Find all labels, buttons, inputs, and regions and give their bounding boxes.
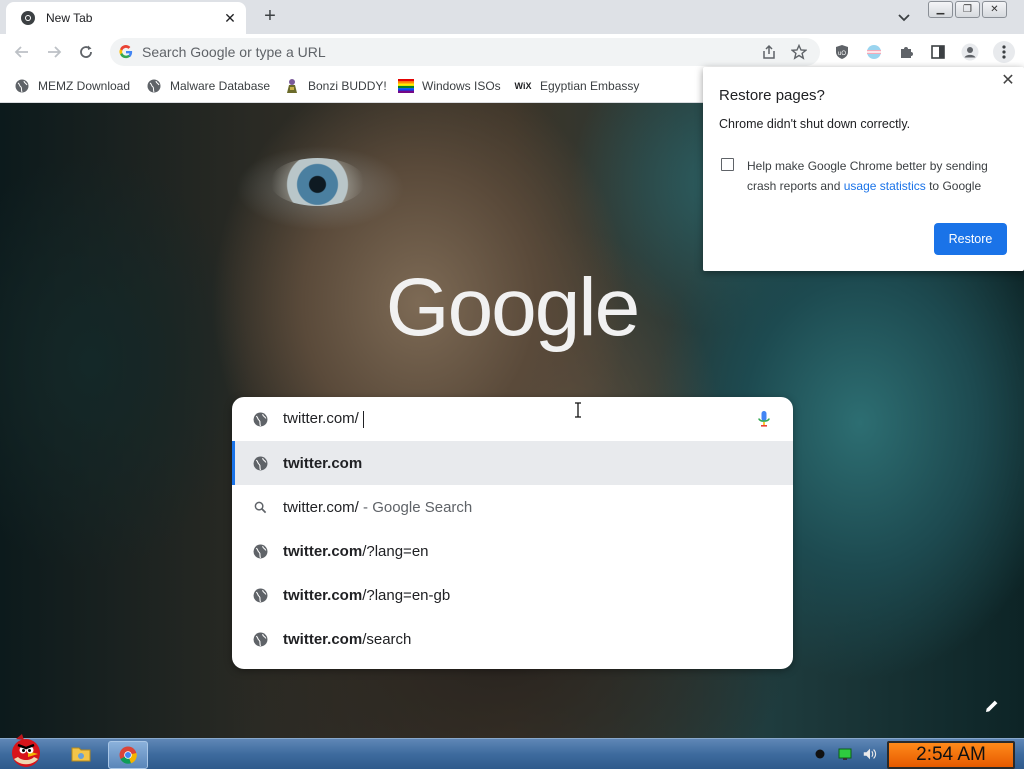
window-controls: ▁ ❐ ✕ [928, 1, 1007, 18]
bookmark-windows-isos[interactable]: Windows ISOs [398, 77, 501, 95]
chevron-down-icon[interactable] [896, 9, 912, 25]
close-window-button[interactable]: ✕ [982, 1, 1007, 18]
globe-icon [252, 631, 268, 647]
search-input[interactable]: twitter.com/ [232, 397, 793, 441]
profile-icon[interactable] [961, 43, 979, 61]
toolbar: Search Google or type a URL uO [0, 34, 1024, 70]
close-icon[interactable]: ✕ [1001, 73, 1015, 89]
crash-report-checkbox[interactable] [721, 158, 734, 171]
globe-icon [252, 455, 268, 471]
ublock-origin-icon[interactable]: uO [833, 43, 851, 61]
forward-icon[interactable] [45, 43, 63, 61]
globe-icon [14, 78, 30, 94]
suggestion-rest: - Google Search [358, 498, 473, 516]
restore-button[interactable]: Restore [934, 223, 1007, 255]
bookmark-label: Bonzi BUDDY! [308, 79, 387, 93]
customize-pencil-icon[interactable] [982, 696, 1002, 716]
bookmark-egyptian-embassy[interactable]: WiX Egyptian Embassy [514, 77, 640, 95]
search-icon [252, 499, 268, 515]
suggestion-item[interactable]: twitter.com/?lang=en-gb [232, 573, 793, 617]
search-input-value: twitter.com/ [283, 410, 364, 428]
puzzle-extensions-icon[interactable] [897, 43, 915, 61]
tab-new-tab[interactable]: New Tab ✕ [6, 2, 246, 34]
bookmark-label: Egyptian Embassy [540, 79, 640, 93]
network-icon[interactable] [838, 746, 854, 762]
taskbar-clock[interactable]: 2:54 AM [887, 741, 1015, 769]
taskbar: 2:54 AM [0, 734, 1024, 769]
new-tab-button[interactable]: + [260, 6, 280, 27]
checkbox-label: Help make Google Chrome better by sendin… [747, 159, 988, 193]
bookmark-bonzi-buddy[interactable]: Bonzi BUDDY! [284, 77, 387, 95]
extension-flag-icon[interactable] [865, 43, 883, 61]
dialog-title: Restore pages? [719, 87, 825, 104]
reload-icon[interactable] [77, 43, 95, 61]
bookmark-label: Windows ISOs [422, 79, 501, 93]
usage-statistics-link[interactable]: usage statistics [844, 179, 926, 193]
address-bar[interactable]: Search Google or type a URL [110, 38, 820, 66]
maximize-button[interactable]: ❐ [955, 1, 980, 18]
microphone-icon[interactable] [755, 410, 773, 428]
tray-record-icon[interactable] [812, 746, 828, 762]
taskbar-chrome[interactable] [108, 741, 148, 769]
globe-icon [252, 411, 268, 427]
back-icon[interactable] [13, 43, 31, 61]
bookmark-label: MEMZ Download [38, 79, 131, 93]
tab-strip: New Tab ✕ + ▁ ❐ ✕ [0, 0, 1024, 34]
suggestion-match: twitter.com [283, 630, 363, 648]
angry-bird-start-icon[interactable] [4, 733, 48, 769]
folder-icon [71, 747, 91, 762]
mouse-ibeam-cursor-icon [575, 402, 581, 418]
svg-text:uO: uO [838, 51, 846, 57]
text-caret [362, 410, 364, 428]
restore-pages-dialog: Restore pages? ✕ Chrome didn't shut down… [703, 67, 1024, 271]
tab-title: New Tab [46, 11, 93, 25]
globe-icon [252, 543, 268, 559]
share-icon[interactable] [760, 43, 778, 61]
background-eye-art [270, 158, 365, 206]
suggestion-match: twitter.com [283, 586, 363, 604]
volume-icon[interactable] [862, 746, 878, 762]
side-panel-icon[interactable] [929, 43, 947, 61]
bookmark-star-icon[interactable] [790, 43, 808, 61]
search-suggestions-dropdown: twitter.com/ twitter.com twitter.com/ - … [232, 397, 793, 669]
google-logo: Google [386, 262, 640, 353]
suggestion-item[interactable]: twitter.com/ - Google Search [232, 485, 793, 529]
suggestion-rest: /?lang=en-gb [362, 586, 451, 604]
bookmark-label: Malware Database [170, 79, 271, 93]
suggestion-item[interactable]: twitter.com/?lang=en [232, 529, 793, 573]
globe-icon [146, 78, 162, 94]
suggestion-match: twitter.com [283, 454, 363, 472]
suggestion-item[interactable]: twitter.com/search [232, 617, 793, 661]
suggestion-rest: /?lang=en [362, 542, 429, 560]
chrome-icon [119, 746, 137, 764]
close-tab-icon[interactable]: ✕ [222, 10, 238, 26]
menu-kebab-icon[interactable] [993, 41, 1015, 63]
taskbar-explorer[interactable] [66, 741, 96, 767]
address-placeholder: Search Google or type a URL [142, 44, 326, 60]
dialog-subtitle: Chrome didn't shut down correctly. [719, 117, 911, 131]
bookmark-memz-download[interactable]: MEMZ Download [14, 77, 130, 95]
google-logo-text: Google [386, 262, 638, 353]
globe-icon [252, 587, 268, 603]
bookmark-malware-database[interactable]: Malware Database [146, 77, 270, 95]
minimize-button[interactable]: ▁ [928, 1, 953, 18]
suggestion-item[interactable]: twitter.com [232, 441, 793, 485]
bonzi-icon [284, 78, 300, 94]
wix-icon: WiX [514, 81, 532, 91]
suggestion-rest: /search [362, 630, 412, 648]
rainbow-flag-icon [398, 78, 414, 94]
suggestion-match: twitter.com [283, 542, 363, 560]
chrome-icon [21, 11, 35, 25]
suggestion-match: twitter.com/ [283, 498, 359, 516]
google-g-icon [119, 45, 133, 59]
